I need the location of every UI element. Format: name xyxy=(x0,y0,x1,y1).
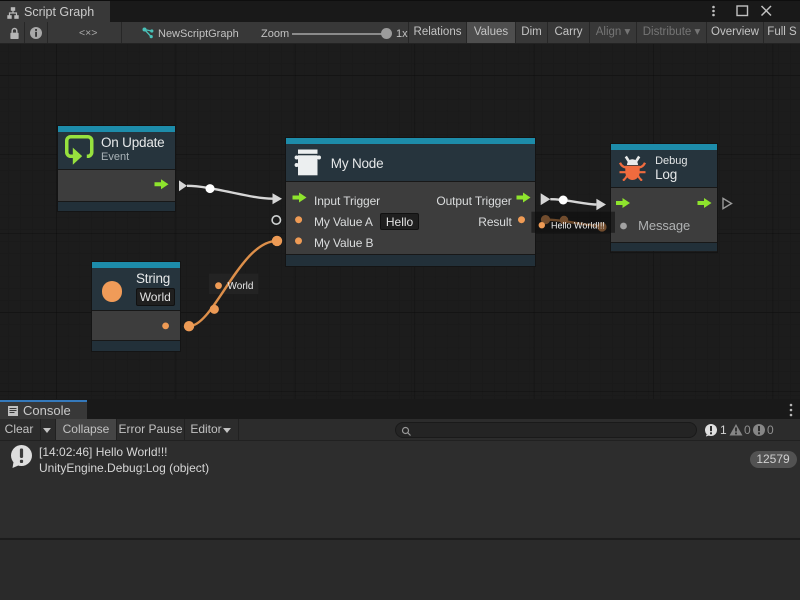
svg-text:Hello World!!!: Hello World!!! xyxy=(551,220,605,230)
svg-text:World: World xyxy=(228,281,254,292)
